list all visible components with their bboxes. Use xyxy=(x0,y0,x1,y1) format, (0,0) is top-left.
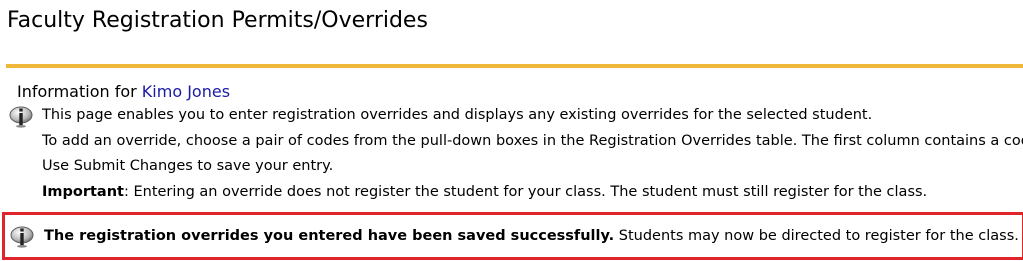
success-message: The registration overrides you entered h… xyxy=(44,227,1019,245)
page: Faculty Registration Permits/Overrides I… xyxy=(0,0,1023,261)
success-message-text: Students may now be directed to register… xyxy=(614,228,1019,244)
information-for: Information for Kimo Jones xyxy=(17,82,230,101)
info-icon xyxy=(9,226,35,248)
success-message-bold: The registration overrides you entered h… xyxy=(44,228,615,244)
info-line-2: To add an override, choose a pair of cod… xyxy=(42,133,1023,149)
info-icon xyxy=(8,106,34,128)
success-message-box: The registration overrides you entered h… xyxy=(2,212,1023,260)
info-line-1: This page enables you to enter registrat… xyxy=(42,107,873,123)
title-divider xyxy=(6,64,1023,68)
important-label: Important xyxy=(42,184,124,200)
information-for-label: Information for xyxy=(17,82,142,101)
info-line-3: Use Submit Changes to save your entry. xyxy=(42,158,334,174)
important-note: Important: Entering an override does not… xyxy=(42,183,927,201)
student-name-link[interactable]: Kimo Jones xyxy=(142,82,230,101)
important-text: : Entering an override does not register… xyxy=(123,184,928,200)
page-title: Faculty Registration Permits/Overrides xyxy=(7,8,428,33)
